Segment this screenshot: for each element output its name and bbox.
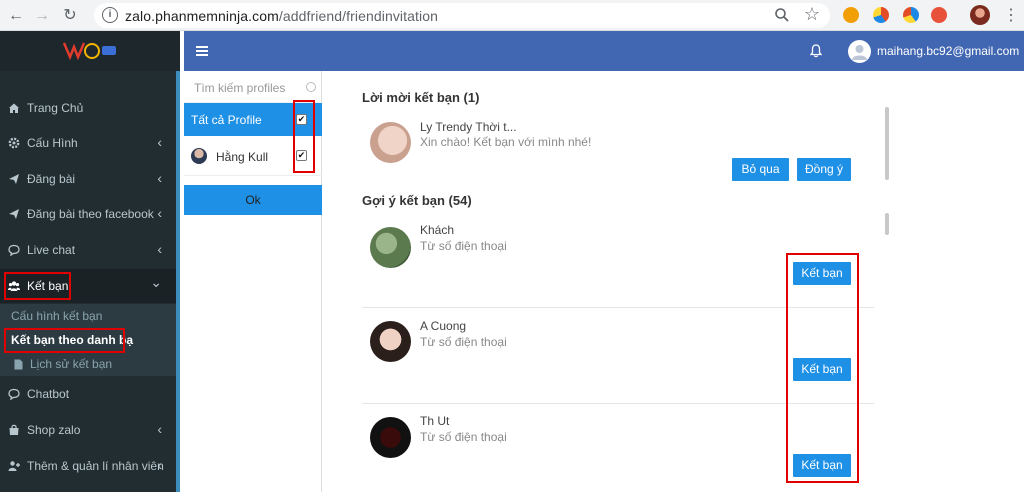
bookmark-star-icon[interactable]: ☆: [804, 4, 820, 25]
sidebar-item-shop-zalo[interactable]: Shop zalo ‹: [0, 413, 176, 447]
submenu-item-lich-su-ket-ban[interactable]: Lịch sử kết bạn: [30, 357, 112, 371]
profile-search-box[interactable]: Tìm kiếm profiles: [184, 71, 322, 103]
suggestion-name: Th Ut: [420, 414, 450, 428]
user-silhouette-icon: [852, 45, 867, 60]
ok-button[interactable]: Ok: [184, 185, 322, 215]
profile-name: Hằng Kull: [216, 150, 269, 164]
sidebar-item-them-nhan-vien[interactable]: Thêm & quản lí nhân viên ‹: [0, 449, 176, 483]
extension-sun-icon[interactable]: [843, 7, 859, 23]
shopping-bag-icon: [9, 424, 19, 435]
zoom-icon[interactable]: [774, 7, 790, 23]
add-user-icon: [8, 461, 20, 471]
suggestions-title: Gợi ý kết bạn (54): [362, 193, 472, 208]
submenu-item-cau-hinh-ket-ban[interactable]: Cấu hình kết bạn: [11, 309, 102, 323]
bell-icon[interactable]: [810, 44, 822, 58]
chevron-down-icon: ⌄: [150, 274, 162, 290]
extension-rocket-icon[interactable]: [931, 7, 947, 23]
send-icon: [9, 209, 19, 219]
suggestion-name: A Cuong: [420, 319, 467, 333]
highlight-box-danh-ba: [4, 328, 125, 353]
suggestion-source: Từ số điện thoại: [420, 239, 507, 253]
sidebar-item-label: Cấu Hình: [27, 136, 78, 150]
suggestion-name: Khách: [420, 223, 455, 237]
suggestion-avatar: [370, 227, 411, 268]
sidebar-item-label: Đăng bài theo facebook: [27, 207, 154, 221]
browser-toolbar: ← → ↻ i zalo.phanmemninja.com/addfriend/…: [0, 0, 1024, 31]
user-email[interactable]: maihang.bc92@gmail.com: [877, 44, 1019, 58]
suggestions-scrollbar[interactable]: [885, 213, 889, 235]
url-path: /addfriend/friendinvitation: [278, 8, 438, 24]
file-icon: [14, 359, 23, 370]
forward-arrow-icon[interactable]: →: [32, 6, 52, 26]
address-bar[interactable]: i zalo.phanmemninja.com/addfriend/friend…: [94, 3, 830, 28]
extension-chart-icon[interactable]: [873, 7, 889, 23]
logo-area[interactable]: [0, 31, 180, 71]
search-icon[interactable]: [306, 82, 316, 92]
sidebar-item-label: Live chat: [27, 243, 76, 257]
gear-icon: [8, 137, 20, 149]
chevron-left-icon: ‹: [157, 205, 162, 221]
extension-chart-icon-2[interactable]: [903, 7, 919, 23]
sidebar-item-label: Đăng bài: [27, 172, 76, 186]
profile-search-placeholder: Tìm kiếm profiles: [194, 81, 286, 95]
sidebar-item-dang-bai[interactable]: Đăng bài ‹: [0, 162, 176, 196]
chevron-left-icon: ‹: [157, 241, 162, 257]
sidebar-item-label: Trang Chủ: [27, 101, 84, 115]
chevron-left-icon: ‹: [157, 134, 162, 150]
sidebar-item-dang-bai-facebook[interactable]: Đăng bài theo facebook ‹: [0, 197, 176, 231]
invitation-avatar: [370, 122, 411, 163]
sidebar-item-label: Thêm & quản lí nhân viên: [27, 459, 164, 473]
user-avatar[interactable]: [848, 40, 871, 63]
sidebar-accent-stripe: [176, 71, 180, 492]
invitation-message: Xin chào! Kết bạn với mình nhé!: [420, 135, 592, 149]
sidebar-item-label: Chatbot: [27, 387, 70, 401]
suggestion-source: Từ số điện thoại: [420, 430, 507, 444]
home-icon: [9, 103, 19, 113]
suggestion-avatar: [370, 417, 411, 458]
all-profiles-label: Tất cả Profile: [191, 113, 262, 127]
hamburger-menu-icon[interactable]: [196, 46, 208, 56]
main-content: Lời mời kết bạn (1) Ly Trendy Thời t... …: [323, 71, 1024, 492]
chevron-left-icon: ‹: [157, 170, 162, 186]
sidebar-item-label: Shop zalo: [27, 423, 81, 437]
invitations-scrollbar[interactable]: [885, 107, 889, 180]
highlight-box-ket-ban: [4, 272, 71, 300]
url-host: zalo.phanmemninja.com: [125, 8, 279, 24]
sidebar-item-live-chat[interactable]: Live chat ‹: [0, 233, 176, 267]
sidebar-item-cau-hinh[interactable]: Cấu Hình ‹: [0, 126, 176, 160]
suggestion-source: Từ số điện thoại: [420, 335, 507, 349]
sidebar-item-chatbot[interactable]: Chatbot: [0, 377, 176, 411]
send-icon: [9, 174, 19, 184]
chevron-left-icon: ‹: [157, 421, 162, 437]
reject-button[interactable]: Bỏ qua: [732, 158, 789, 181]
accept-button[interactable]: Đồng ý: [797, 158, 851, 181]
chat-icon: [8, 388, 20, 400]
chat-icon: [8, 244, 20, 256]
highlight-box-checkboxes: [293, 100, 315, 173]
profile-panel: Tìm kiếm profiles Tất cả Profile ✔ Hằng …: [184, 71, 322, 492]
sidebar: Trang Chủ Cấu Hình ‹ Đăng bài ‹ Đăng bài…: [0, 31, 180, 492]
back-arrow-icon[interactable]: ←: [6, 6, 26, 26]
highlight-box-add-buttons: [786, 253, 859, 483]
browser-menu-icon[interactable]: ⋮: [1003, 5, 1019, 25]
logo-icon: [62, 42, 116, 61]
browser-profile-avatar[interactable]: [970, 5, 990, 25]
top-navbar: maihang.bc92@gmail.com: [184, 31, 1024, 71]
url-text[interactable]: zalo.phanmemninja.com/addfriend/friendin…: [125, 8, 438, 24]
info-icon[interactable]: i: [102, 7, 118, 23]
suggestion-avatar: [370, 321, 411, 362]
sidebar-item-trang-chu[interactable]: Trang Chủ: [0, 91, 176, 125]
invitation-name: Ly Trendy Thời t...: [420, 120, 517, 134]
reload-icon[interactable]: ↻: [60, 6, 80, 26]
profile-avatar: [191, 148, 207, 164]
chevron-left-icon: ‹: [157, 457, 162, 473]
invitations-title: Lời mời kết bạn (1): [362, 90, 480, 105]
